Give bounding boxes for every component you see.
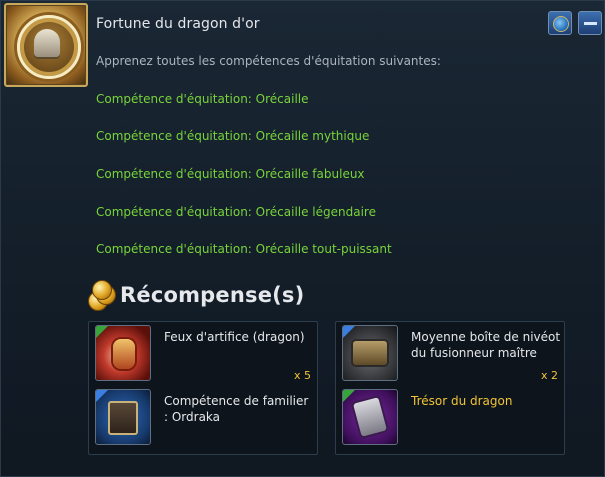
reward-group-1: Feux d'artifice (dragon) x 5 Compétence … [88,321,318,455]
reward-item[interactable]: Feux d'artifice (dragon) x 5 [89,322,317,385]
dragon-treasure-icon [342,389,398,445]
reward-item-name: Moyenne boîte de nivéot du fusionneur ma… [411,330,561,360]
reward-item[interactable]: Compétence de familier : Ordraka [89,386,317,449]
achievement-title: Fortune du dragon d'or [96,16,260,32]
reward-group-2: Moyenne boîte de nivéot du fusionneur ma… [335,321,565,455]
skill-requirement: Compétence d'équitation: Orécaille fabul… [96,167,365,181]
reward-item-name: Trésor du dragon [411,394,513,408]
globe-button[interactable] [548,11,572,35]
skill-book-icon [95,389,151,445]
treasure-box-icon [342,325,398,381]
gold-coins-icon [86,280,116,311]
reward-item-name: Compétence de familier : Ordraka [164,394,309,424]
reward-header: Récompense(s) [86,280,304,312]
golden-bell-medallion-icon [4,3,88,87]
reward-item[interactable]: Trésor du dragon [336,386,564,449]
reward-item-name: Feux d'artifice (dragon) [164,330,305,344]
achievement-instruction: Apprenez toutes les compétences d'équita… [96,54,441,68]
skill-requirement: Compétence d'équitation: Orécaille mythi… [96,129,370,143]
fireworks-icon [95,325,151,381]
globe-icon [553,16,569,32]
achievement-panel: Fortune du dragon d'or Apprenez toutes l… [0,0,605,477]
skill-requirement: Compétence d'équitation: Orécaille légen… [96,205,376,219]
skill-requirement: Compétence d'équitation: Orécaille tout-… [96,242,392,256]
reward-item[interactable]: Moyenne boîte de nivéot du fusionneur ma… [336,322,564,385]
reward-item-quantity: x 5 [293,369,311,382]
minus-icon [584,22,597,25]
skill-requirement: Compétence d'équitation: Orécaille [96,92,309,106]
reward-item-quantity: x 2 [540,369,558,382]
reward-title: Récompense(s) [120,283,305,307]
collapse-button[interactable] [578,11,602,35]
